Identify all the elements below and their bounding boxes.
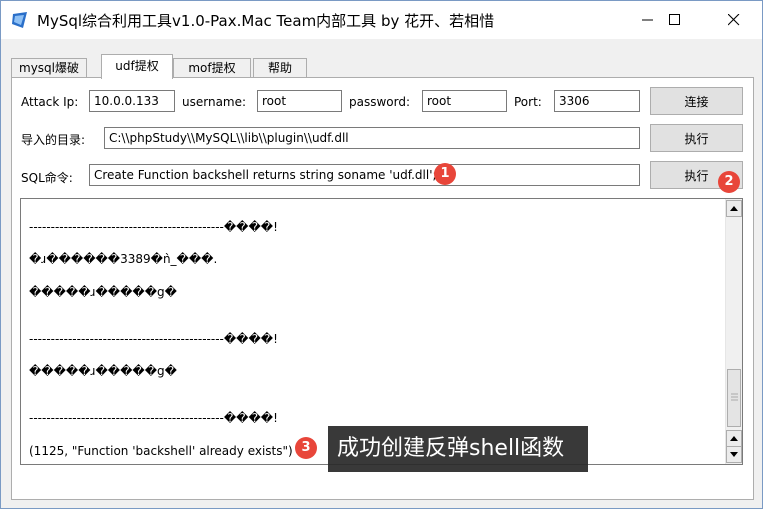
vertical-scrollbar[interactable] (725, 199, 742, 464)
tab-mof-privilege[interactable]: mof提权 (173, 58, 251, 78)
output-line: ----------------------------------------… (29, 332, 278, 346)
password-input[interactable]: root (422, 90, 507, 112)
window-title: MySql综合利用工具v1.0-Pax.Mac Team内部工具 by 花开、若… (37, 12, 495, 30)
scroll-down-button[interactable] (726, 446, 742, 463)
username-label: username: (182, 95, 247, 109)
output-line: �ɹ������3389�ǹ_���. (29, 252, 218, 266)
app-icon (11, 11, 29, 29)
output-line: ----------------------------------------… (29, 220, 278, 234)
scroll-up-button[interactable] (726, 200, 742, 217)
port-input[interactable]: 3306 (554, 90, 640, 112)
password-label: password: (349, 95, 411, 109)
annotation-badge-1: 1 (434, 163, 456, 185)
tab-mysql-bruteforce[interactable]: mysql爆破 (11, 58, 87, 78)
annotation-tooltip: 成功创建反弹shell函数 (328, 426, 588, 472)
output-line: ----------------------------------------… (29, 411, 278, 425)
tab-help[interactable]: 帮助 (253, 58, 307, 78)
maximize-icon[interactable] (652, 1, 698, 39)
tab-udf-privilege[interactable]: udf提权 (101, 54, 173, 79)
connect-button[interactable]: 连接 (650, 87, 743, 115)
output-line: �����ɹ�����g� (29, 364, 177, 378)
annotation-badge-2: 2 (718, 171, 740, 193)
import-dir-input[interactable]: C:\\phpStudy\\MySQL\\lib\\plugin\\udf.dl… (104, 127, 640, 149)
scroll-up-button-lower[interactable] (726, 430, 742, 447)
attack-ip-input[interactable]: 10.0.0.133 (89, 90, 175, 112)
close-icon[interactable] (711, 1, 757, 39)
sql-command-label: SQL命令: (21, 171, 73, 185)
main-window: MySql综合利用工具v1.0-Pax.Mac Team内部工具 by 花开、若… (0, 0, 763, 509)
output-line: �����ɹ�����g� (29, 285, 177, 299)
sql-command-input[interactable]: Create Function backshell returns string… (89, 164, 640, 186)
import-dir-label: 导入的目录: (21, 133, 86, 147)
output-textarea[interactable]: ----------------------------------------… (20, 198, 743, 465)
chevron-down-icon (730, 452, 738, 457)
chevron-up-icon (730, 436, 738, 441)
port-label: Port: (514, 95, 542, 109)
username-input[interactable]: root (257, 90, 342, 112)
attack-ip-label: Attack Ip: (21, 95, 79, 109)
output-line: (1125, "Function 'backshell' already exi… (29, 444, 293, 458)
title-bar: MySql综合利用工具v1.0-Pax.Mac Team内部工具 by 花开、若… (1, 1, 762, 39)
chevron-up-icon (730, 206, 738, 211)
annotation-badge-3: 3 (295, 437, 317, 459)
scroll-thumb[interactable] (727, 369, 741, 427)
import-execute-button[interactable]: 执行 (650, 124, 743, 152)
